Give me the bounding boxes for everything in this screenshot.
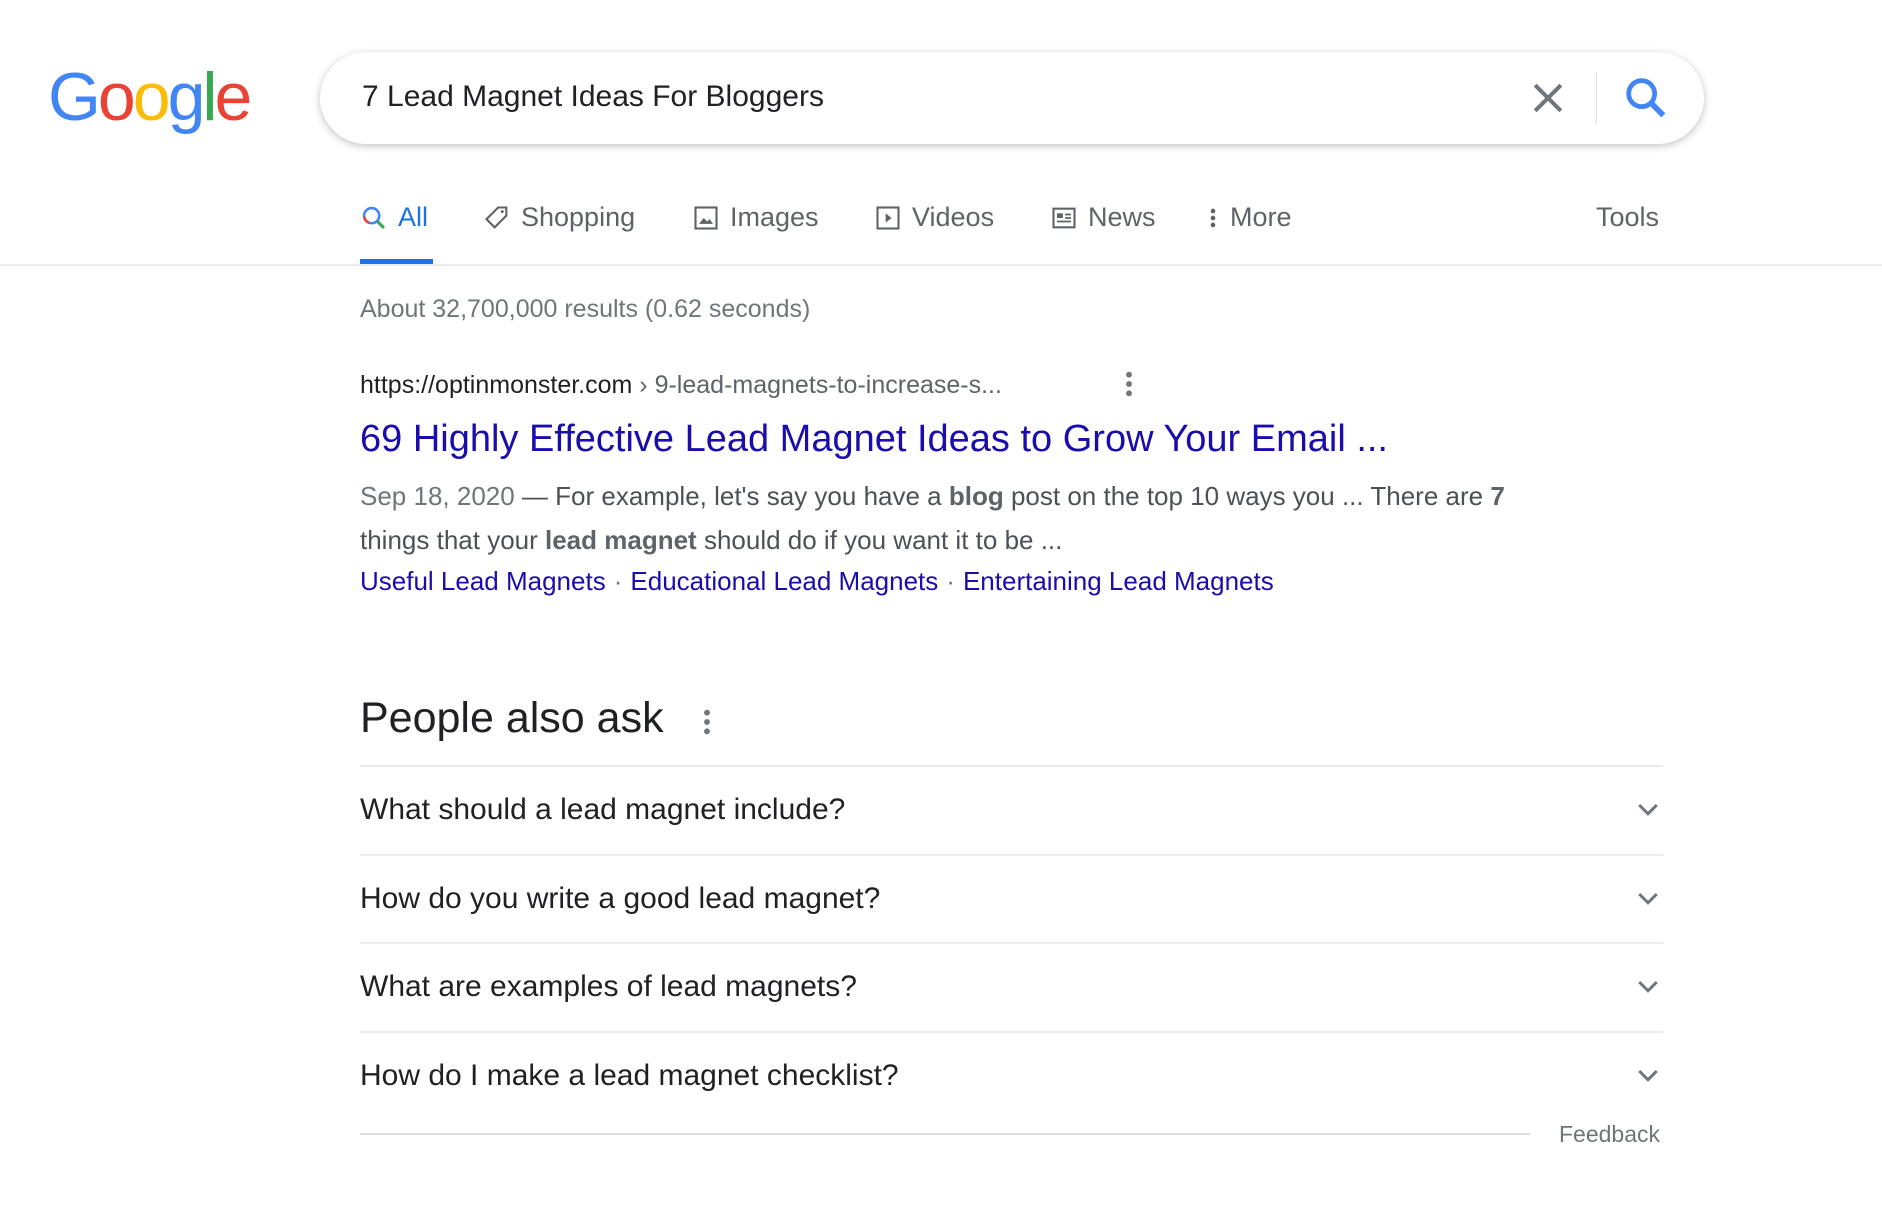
chevron-down-icon	[1638, 1069, 1658, 1082]
more-vert-icon[interactable]	[1122, 368, 1136, 400]
search-box	[320, 52, 1704, 144]
question-text: How do I make a lead magnet checklist?	[360, 1058, 899, 1092]
chevron-down-icon	[1638, 980, 1658, 993]
tools-label: Tools	[1596, 202, 1660, 232]
result-stats: About 32,700,000 results (0.62 seconds)	[360, 295, 811, 323]
tab-label: All	[398, 202, 429, 232]
search-input[interactable]	[362, 80, 1462, 114]
tab-label: Images	[730, 202, 819, 232]
sitelinks: Useful Lead Magnets · Educational Lead Mag…	[360, 566, 1274, 596]
chevron-down-icon	[1638, 803, 1658, 816]
result-url[interactable]: https://optinmonster.com › 9-lead-magnet…	[360, 371, 1002, 400]
search-icon[interactable]	[1620, 72, 1672, 124]
highlighted-term: 7	[1490, 481, 1505, 511]
close-icon[interactable]	[1526, 76, 1570, 120]
divider	[360, 1133, 1530, 1135]
google-logo[interactable]: Google	[48, 58, 252, 136]
people-also-ask-heading: People also ask	[360, 694, 664, 742]
question-text: What are examples of lead magnets?	[360, 970, 857, 1003]
newspaper-icon	[1052, 207, 1076, 228]
play-icon	[876, 205, 900, 230]
result-date: Sep 18, 2020	[360, 481, 515, 511]
sitelink[interactable]: Educational Lead Magnets	[630, 566, 938, 596]
snippet-text: should do if you want it to be ...	[696, 525, 1063, 555]
tab-label: News	[1088, 202, 1156, 232]
sitelink[interactable]: Entertaining Lead Magnets	[963, 566, 1274, 596]
chevron-down-icon	[1638, 892, 1658, 905]
tab-videos[interactable]: Videos	[874, 202, 994, 233]
tools-button[interactable]: Tools	[1596, 202, 1659, 233]
result-snippet: Sep 18, 2020 — For example, let's say yo…	[360, 474, 1540, 562]
url-domain: https://optinmonster.com	[360, 371, 633, 399]
paa-question[interactable]: How do you write a good lead magnet?	[360, 853, 1663, 942]
more-vert-icon	[1210, 208, 1216, 227]
question-text: How do you write a good lead magnet?	[360, 881, 881, 915]
feedback-link[interactable]: Feedback	[1559, 1121, 1660, 1148]
question-text: What should a lead magnet include?	[360, 793, 846, 826]
search-icon	[362, 206, 385, 229]
url-path: › 9-lead-magnets-to-increase-s...	[632, 371, 1002, 399]
divider	[1596, 72, 1597, 124]
tab-images[interactable]: Images	[692, 202, 819, 233]
more-vert-icon[interactable]	[700, 706, 714, 738]
paa-question[interactable]: How do I make a lead magnet checklist?	[360, 1030, 1663, 1119]
paa-question[interactable]: What should a lead magnet include?	[360, 765, 1663, 853]
image-icon	[694, 205, 718, 230]
tab-news[interactable]: News	[1050, 202, 1156, 233]
tab-label: Shopping	[521, 202, 636, 232]
highlighted-term: blog	[948, 481, 1004, 511]
tab-label: Videos	[912, 202, 995, 232]
tab-all[interactable]: All	[360, 202, 428, 233]
highlighted-term: lead magnet	[545, 525, 697, 555]
sitelink[interactable]: Useful Lead Magnets	[360, 566, 606, 596]
snippet-text: post on the top 10 ways you ... There ar…	[1003, 481, 1491, 511]
tab-shopping[interactable]: Shopping	[483, 202, 635, 233]
result-title-link[interactable]: 69 Highly Effective Lead Magnet Ideas to…	[360, 418, 1388, 461]
tab-more[interactable]: More	[1206, 202, 1292, 233]
tab-label: More	[1230, 202, 1292, 232]
snippet-text: — For example, let's say you have a	[514, 481, 949, 511]
paa-question[interactable]: What are examples of lead magnets?	[360, 942, 1663, 1030]
header-divider	[0, 264, 1882, 266]
snippet-text: things that your	[360, 525, 545, 555]
tag-icon	[485, 205, 508, 229]
